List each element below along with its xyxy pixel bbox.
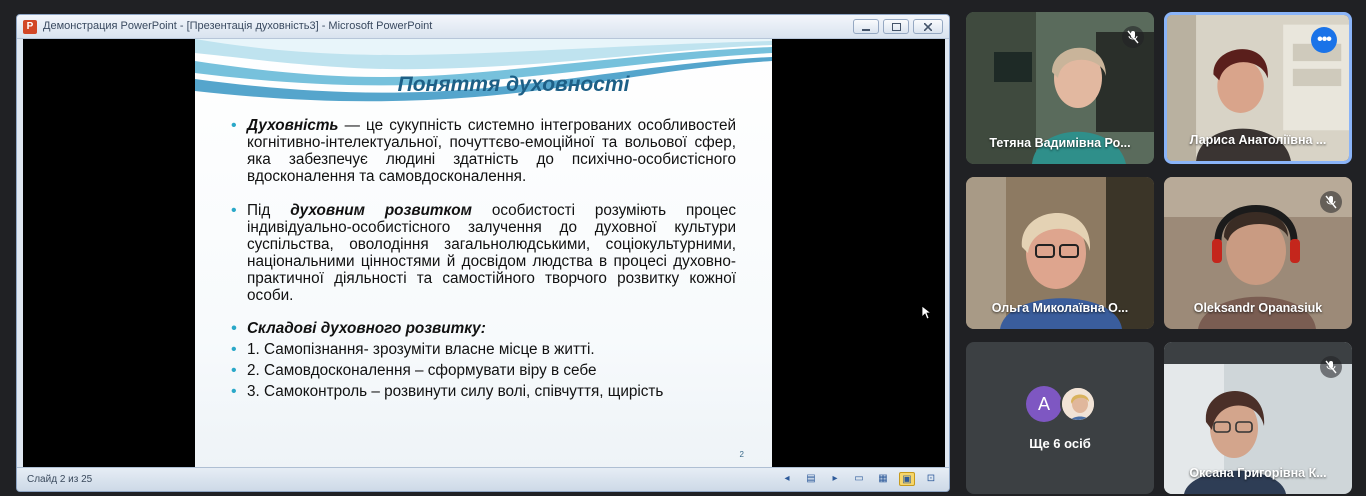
restore-button[interactable] <box>883 19 909 34</box>
avatar: A <box>1026 386 1062 422</box>
more-participants-tile[interactable]: A Ще 6 осіб <box>966 342 1154 494</box>
slide[interactable]: Поняття духовності Духовність — це сукуп… <box>195 39 772 469</box>
window-titlebar[interactable]: P Демонстрация PowerPoint - [Презентація… <box>17 15 949 39</box>
bullet-definition: Духовність — це сукупність системно інте… <box>231 117 736 185</box>
status-bar: Слайд 2 из 25 ◂ ▤ ▸ ▭ ▦ ▣ ⊡ <box>17 467 949 491</box>
bullet-development: Під духовним розвитком особистості розум… <box>231 202 736 304</box>
slideshow-area: Поняття духовності Духовність — це сукуп… <box>23 39 945 469</box>
components-heading: Складові духовного розвитку: <box>231 320 736 337</box>
list-item: 3. Самоконтроль – розвинути силу волі, с… <box>231 383 736 400</box>
status-bar-controls: ◂ ▤ ▸ ▭ ▦ ▣ ⊡ <box>779 472 939 486</box>
mouse-cursor-icon <box>922 306 932 320</box>
window-title: Демонстрация PowerPoint - [Презентація д… <box>43 20 433 32</box>
mic-off-icon <box>1122 26 1144 48</box>
normal-view-icon[interactable]: ▭ <box>851 472 867 486</box>
meet-screen: P Демонстрация PowerPoint - [Презентація… <box>0 0 1366 496</box>
more-options-icon[interactable]: ••• <box>1311 27 1337 53</box>
participant-name: Лариса Анатоліївна ... <box>1189 133 1327 147</box>
participant-tile[interactable]: Ольга Миколаївна О... <box>966 177 1154 329</box>
restore-icon <box>891 22 901 31</box>
close-button[interactable] <box>913 19 943 34</box>
minimize-button[interactable] <box>853 19 879 34</box>
more-participants-label: Ще 6 осіб <box>1029 436 1091 451</box>
participant-name: Oleksandr Opanasiuk <box>1193 301 1323 315</box>
slide-sorter-icon[interactable]: ▦ <box>875 472 891 486</box>
participant-name: Оксана Григорівна К... <box>1189 466 1327 480</box>
participant-tile[interactable]: Oleksandr Opanasiuk <box>1164 177 1352 329</box>
slide-number: 2 <box>739 450 744 459</box>
powerpoint-logo-icon: P <box>23 20 37 34</box>
minimize-icon <box>862 28 870 31</box>
term-spiritual-development: духовним розвитком <box>290 202 472 219</box>
participant-name: Тетяна Вадимівна Ро... <box>989 136 1131 150</box>
term-spirituality: Духовність <box>247 117 339 134</box>
window-controls <box>853 19 943 35</box>
reading-view-icon[interactable]: ▣ <box>899 472 915 486</box>
participant-tile[interactable]: ••• Лариса Анатоліївна ... <box>1164 12 1352 164</box>
next-slide-icon[interactable]: ▸ <box>827 472 843 486</box>
list-item: 2. Самовдосконалення – сформувати віру в… <box>231 362 736 379</box>
development-prefix: Під <box>247 202 291 219</box>
list-item: 1. Самопізнання- зрозуміти власне місце … <box>231 341 736 358</box>
mic-off-icon <box>1320 191 1342 213</box>
mic-off-icon <box>1320 356 1342 378</box>
slideshow-view-icon[interactable]: ⊡ <box>923 472 939 486</box>
participant-tile[interactable]: Тетяна Вадимівна Ро... <box>966 12 1154 164</box>
slide-body: Духовність — це сукупність системно інте… <box>231 117 736 400</box>
slide-title: Поняття духовності <box>397 73 630 96</box>
previous-slide-icon[interactable]: ◂ <box>779 472 795 486</box>
avatar-photo <box>1060 386 1096 422</box>
slide-counter: Слайд 2 из 25 <box>27 474 93 485</box>
slide-menu-icon[interactable]: ▤ <box>803 472 819 486</box>
close-icon <box>924 22 932 31</box>
participant-name: Ольга Миколаївна О... <box>991 301 1129 315</box>
participant-tile[interactable]: Оксана Григорівна К... <box>1164 342 1352 494</box>
powerpoint-window: P Демонстрация PowerPoint - [Презентація… <box>16 14 950 492</box>
